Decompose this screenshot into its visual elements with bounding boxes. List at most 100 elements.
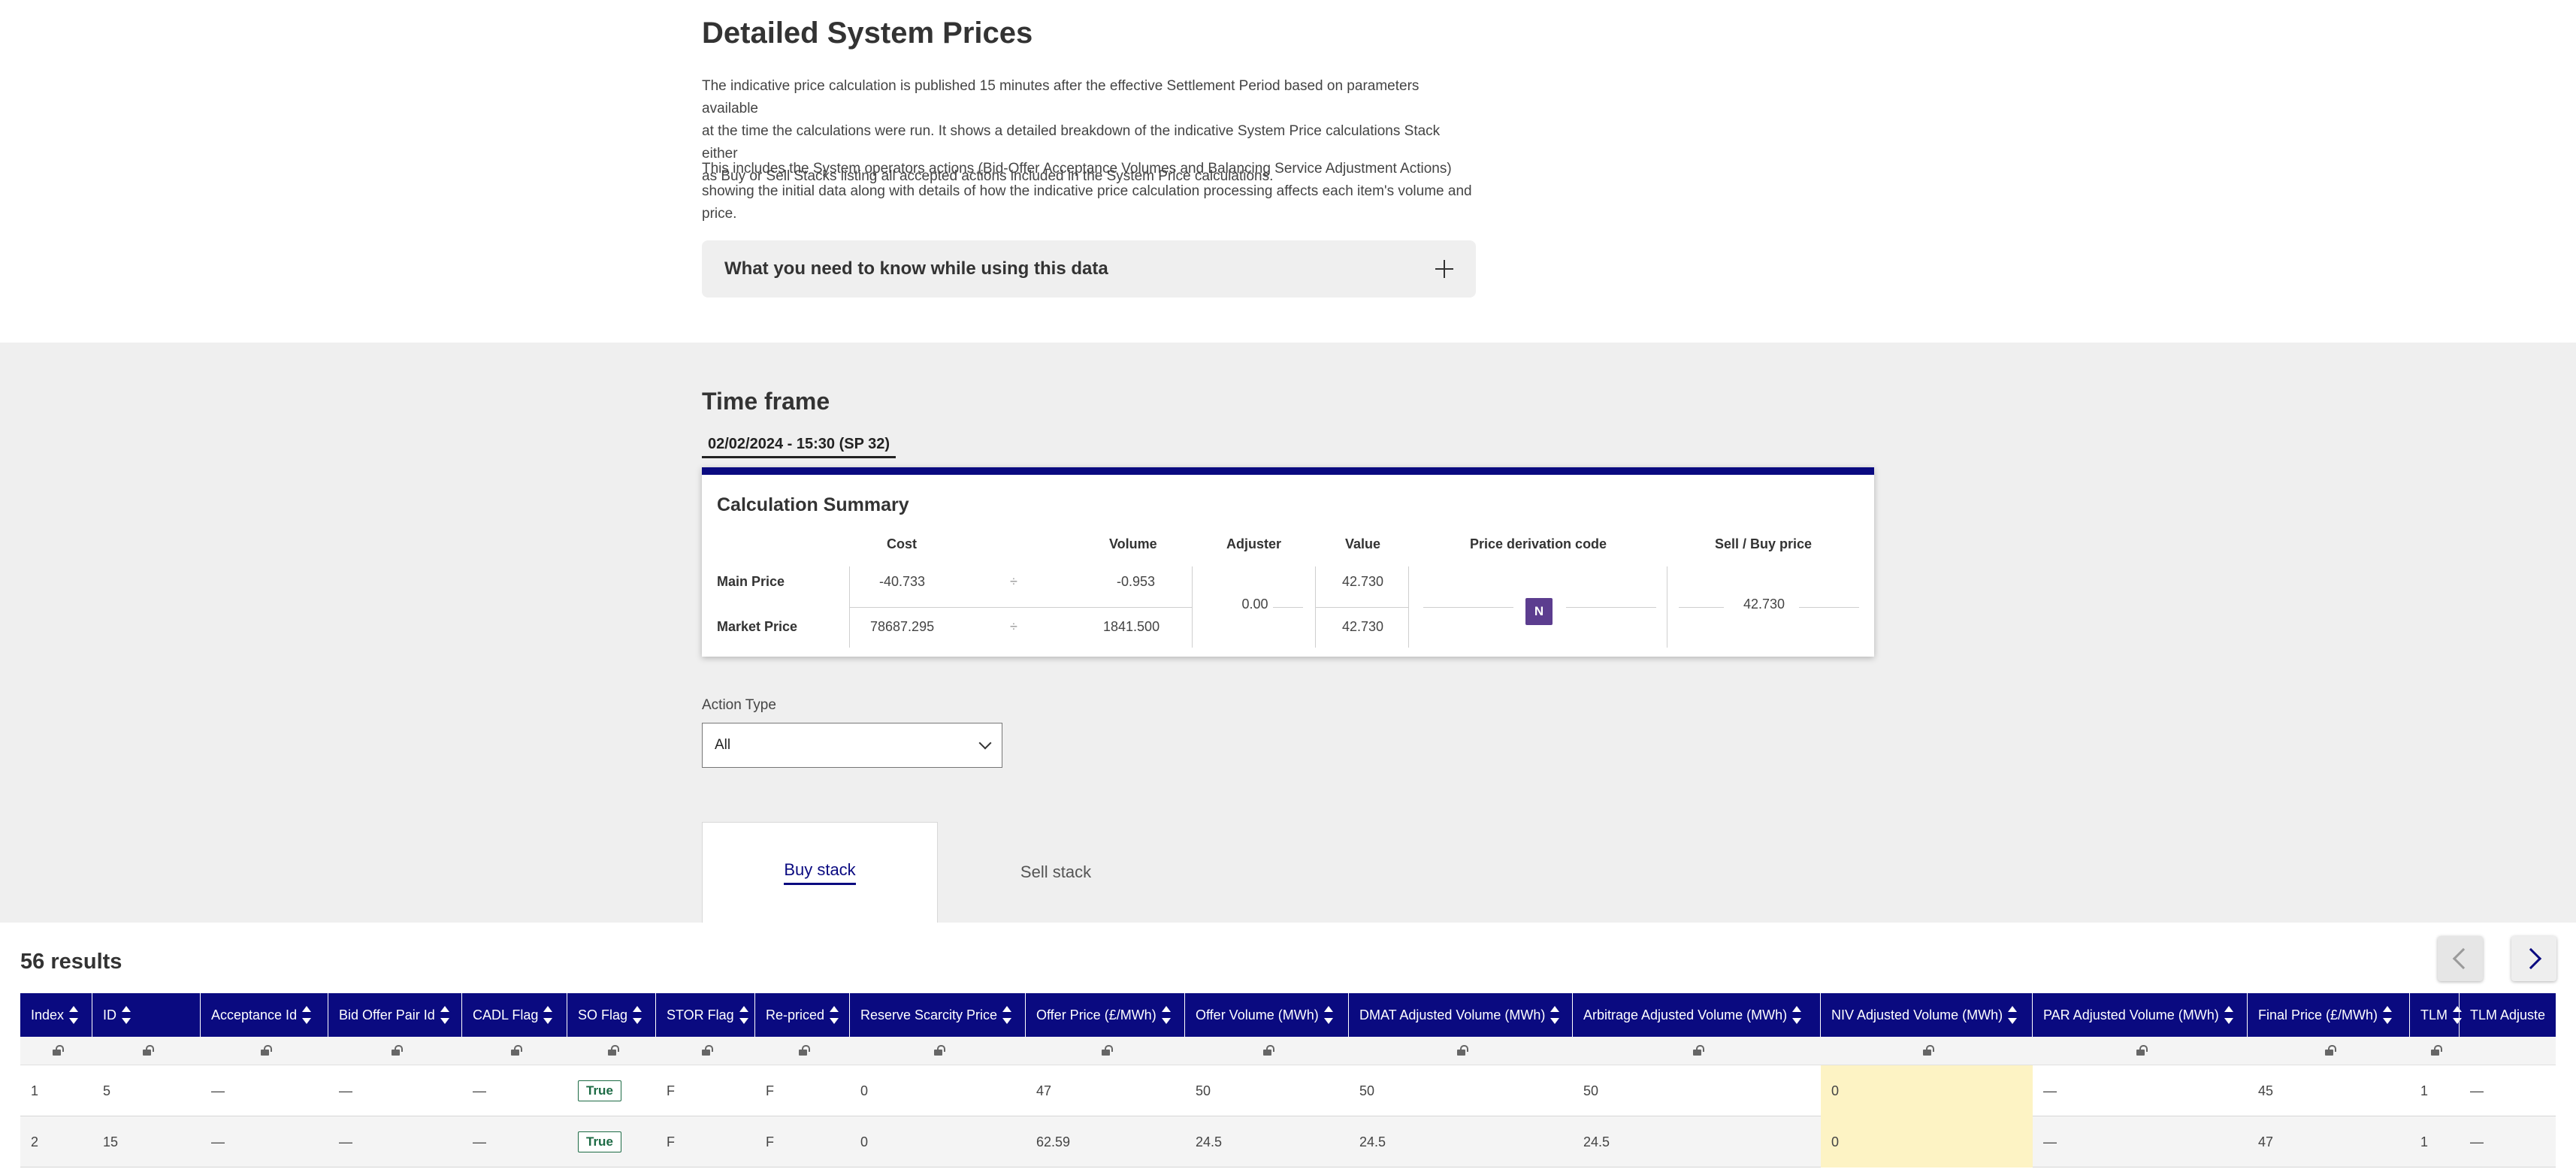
column-header[interactable]: TLM <box>2410 993 2462 1037</box>
intro-line: This includes the System operators actio… <box>702 161 1452 177</box>
action-type-select[interactable]: All <box>702 723 1002 768</box>
timeframe-selector[interactable]: 02/02/2024 - 15:30 (SP 32) <box>702 433 896 458</box>
sort-icon[interactable] <box>1791 1004 1802 1026</box>
table-cell: — <box>2033 1065 2248 1116</box>
column-header-label: TLM Adjuste <box>2470 1007 2546 1022</box>
divide-operator: ÷ <box>1010 574 1017 589</box>
unlock-icon[interactable] <box>259 1045 272 1056</box>
column-header[interactable]: TLM Adjuste <box>2460 993 2556 1037</box>
table-cell: 15 <box>92 1116 201 1167</box>
cell-value: 45 <box>2258 1083 2274 1098</box>
sort-icon[interactable] <box>1550 1004 1560 1026</box>
sort-icon[interactable] <box>440 1004 450 1026</box>
unlock-icon[interactable] <box>509 1045 522 1056</box>
sort-icon[interactable] <box>2224 1004 2234 1026</box>
table-filter-row <box>20 1037 2556 1065</box>
column-header[interactable]: Offer Price (£/MWh) <box>1026 993 1185 1037</box>
column-header-label: Index <box>31 1007 65 1022</box>
unlock-icon[interactable] <box>2429 1045 2442 1056</box>
table-header: Index ID Acceptance Id Bid Offer Pair Id CAD… <box>20 993 2556 1037</box>
sort-icon[interactable] <box>68 1004 79 1026</box>
sort-icon[interactable] <box>739 1004 749 1026</box>
unlock-icon[interactable] <box>1921 1045 1934 1056</box>
tab-buy-stack-label: Buy stack <box>784 860 856 885</box>
cell-value: — <box>2043 1083 2057 1098</box>
intro-line: The indicative price calculation is publ… <box>702 78 1420 116</box>
sort-icon[interactable] <box>632 1004 642 1026</box>
column-header-label: Offer Volume (MWh) <box>1196 1007 1319 1022</box>
column-header[interactable]: CADL Flag <box>462 993 567 1037</box>
market-price-label: Market Price <box>717 619 798 634</box>
unlock-icon[interactable] <box>1100 1045 1113 1056</box>
divider <box>1566 607 1656 608</box>
column-header[interactable]: ID <box>92 993 201 1037</box>
scroll-left-button[interactable] <box>2438 936 2483 981</box>
cell-value: — <box>339 1134 352 1149</box>
cell-value: 1 <box>2420 1134 2429 1149</box>
unlock-icon[interactable] <box>1456 1045 1468 1056</box>
column-header[interactable]: Re-priced <box>755 993 850 1037</box>
unlock-icon[interactable] <box>700 1045 713 1056</box>
cell-value: 24.5 <box>1196 1134 1223 1149</box>
column-header[interactable]: NIV Adjusted Volume (MWh) <box>1821 993 2033 1037</box>
sort-icon[interactable] <box>1161 1004 1172 1026</box>
header-price-derivation: Price derivation code <box>1470 536 1607 551</box>
table-row[interactable]: 2 15 — — — True F F 0 62.59 24.5 24.5 24.5 0 — 47 1 — <box>20 1116 2556 1167</box>
column-header[interactable]: Acceptance Id <box>201 993 328 1037</box>
table-cell: 0 <box>850 1116 1026 1167</box>
column-header-label: Acceptance Id <box>211 1007 298 1022</box>
table-row[interactable]: 1 5 — — — True F F 0 47 50 50 50 0 — 45 1 — <box>20 1065 2556 1116</box>
unlock-icon[interactable] <box>797 1045 810 1056</box>
column-header[interactable]: Final Price (£/MWh) <box>2248 993 2410 1037</box>
unlock-icon[interactable] <box>933 1045 945 1056</box>
sort-icon[interactable] <box>2382 1004 2393 1026</box>
scroll-right-button[interactable] <box>2511 936 2556 981</box>
intro-line: showing the initial data along with deta… <box>702 183 1472 199</box>
unlock-icon[interactable] <box>1692 1045 1704 1056</box>
action-type-label: Action Type <box>702 697 776 713</box>
column-header[interactable]: STOR Flag <box>656 993 755 1037</box>
sort-icon[interactable] <box>2007 1004 2018 1026</box>
cell-value: 50 <box>1196 1083 1211 1098</box>
unlock-icon[interactable] <box>141 1045 154 1056</box>
cell-value: 5 <box>103 1083 111 1098</box>
sort-icon[interactable] <box>543 1004 553 1026</box>
unlock-icon[interactable] <box>390 1045 403 1056</box>
stack-table: Index ID Acceptance Id Bid Offer Pair Id CAD… <box>20 993 2556 1169</box>
table-cell: 50 <box>1573 1065 1821 1116</box>
sort-icon[interactable] <box>2452 1004 2462 1026</box>
cell-value: 0 <box>1831 1134 1840 1149</box>
sort-icon[interactable] <box>1323 1004 1334 1026</box>
info-accordion[interactable]: What you need to know while using this d… <box>702 240 1476 298</box>
column-header[interactable]: PAR Adjusted Volume (MWh) <box>2033 993 2248 1037</box>
plus-icon[interactable] <box>1435 260 1453 278</box>
cell-value: — <box>211 1083 225 1098</box>
intro-line: price. <box>702 206 737 222</box>
sort-icon[interactable] <box>121 1004 132 1026</box>
column-header[interactable]: Index <box>20 993 92 1037</box>
table-cell: 1 <box>2410 1116 2460 1167</box>
table-cell: 47 <box>1026 1065 1185 1116</box>
column-header[interactable]: SO Flag <box>567 993 656 1037</box>
sort-icon[interactable] <box>1002 1004 1012 1026</box>
table-cell: 2 <box>20 1116 92 1167</box>
unlock-icon[interactable] <box>2135 1045 2148 1056</box>
cell-value: 1 <box>2420 1083 2429 1098</box>
unlock-icon[interactable] <box>2324 1045 2336 1056</box>
unlock-icon[interactable] <box>51 1045 64 1056</box>
column-header[interactable]: Reserve Scarcity Price <box>850 993 1026 1037</box>
sort-icon[interactable] <box>829 1004 839 1026</box>
column-header[interactable]: Bid Offer Pair Id <box>328 993 462 1037</box>
column-header[interactable]: Arbitrage Adjusted Volume (MWh) <box>1573 993 1821 1037</box>
tab-buy-stack[interactable]: Buy stack <box>702 822 938 923</box>
unlock-icon[interactable] <box>1262 1045 1274 1056</box>
column-header[interactable]: DMAT Adjusted Volume (MWh) <box>1349 993 1573 1037</box>
header-volume: Volume <box>1109 536 1157 551</box>
sort-icon[interactable] <box>301 1004 312 1026</box>
tab-sell-stack[interactable]: Sell stack <box>938 822 1174 923</box>
summary-title: Calculation Summary <box>717 494 909 515</box>
table-cell: 1 <box>20 1065 92 1116</box>
unlock-icon[interactable] <box>606 1045 619 1056</box>
chevron-left-icon <box>2452 947 2475 970</box>
column-header[interactable]: Offer Volume (MWh) <box>1185 993 1349 1037</box>
